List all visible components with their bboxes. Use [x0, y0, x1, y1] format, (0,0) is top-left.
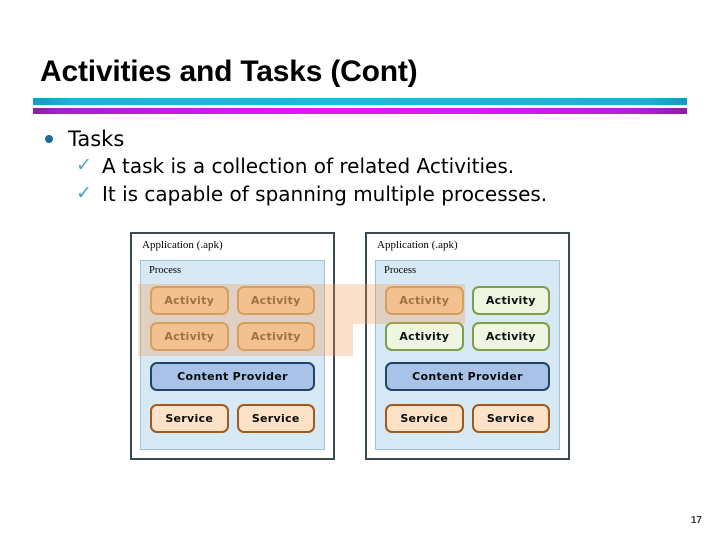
activity-box[interactable]: Activity	[471, 286, 550, 315]
process-box: Process Activity Activity Activity Activ…	[140, 260, 325, 450]
content-provider-box[interactable]: Content Provider	[150, 362, 315, 391]
activity-box[interactable]: Activity	[471, 322, 550, 351]
activity-box[interactable]: Activity	[150, 322, 229, 351]
bullet-item-task-spanning: ✓ It is capable of spanning multiple pro…	[40, 180, 640, 208]
page-number: 17	[690, 515, 702, 526]
content-provider-row: Content Provider	[150, 362, 315, 391]
divider-bar-cyan	[33, 98, 687, 105]
activity-box-highlighted[interactable]: Activity	[385, 286, 464, 315]
service-row: Service Service	[150, 404, 315, 433]
application-label: Application (.apk)	[142, 239, 223, 251]
page-title: Activities and Tasks (Cont)	[40, 55, 418, 88]
process-label: Process	[149, 265, 182, 276]
activity-row-2: Activity Activity	[150, 322, 315, 351]
activity-row-2: Activity Activity	[385, 322, 550, 351]
check-icon: ✓	[76, 182, 92, 204]
content-provider-box[interactable]: Content Provider	[385, 362, 550, 391]
divider-bar-purple	[33, 108, 687, 114]
bullet-label-task-definition: A task is a collection of related Activi…	[102, 154, 515, 178]
activity-box[interactable]: Activity	[236, 286, 315, 315]
process-box: Process Activity Activity Activity Activ…	[375, 260, 560, 450]
service-box[interactable]: Service	[150, 404, 229, 433]
activity-box[interactable]: Activity	[236, 322, 315, 351]
diagram-application-left: Application (.apk) Process Activity Acti…	[130, 232, 335, 460]
application-label: Application (.apk)	[377, 239, 458, 251]
process-label: Process	[384, 265, 417, 276]
activity-box[interactable]: Activity	[385, 322, 464, 351]
service-box[interactable]: Service	[471, 404, 550, 433]
bullet-dot-icon	[45, 135, 53, 143]
content-provider-row: Content Provider	[385, 362, 550, 391]
service-box[interactable]: Service	[236, 404, 315, 433]
bullet-item-tasks: Tasks	[40, 126, 640, 152]
bullet-label-task-spanning: It is capable of spanning multiple proce…	[102, 182, 548, 206]
activity-row-1: Activity Activity	[150, 286, 315, 315]
bullet-label-tasks: Tasks	[68, 127, 125, 151]
activity-box[interactable]: Activity	[150, 286, 229, 315]
service-row: Service Service	[385, 404, 550, 433]
diagram-application-right: Application (.apk) Process Activity Acti…	[365, 232, 570, 460]
service-box[interactable]: Service	[385, 404, 464, 433]
activity-row-1: Activity Activity	[385, 286, 550, 315]
check-icon: ✓	[76, 154, 92, 176]
bullet-item-task-definition: ✓ A task is a collection of related Acti…	[40, 152, 640, 180]
bullet-list: Tasks ✓ A task is a collection of relate…	[40, 126, 640, 208]
